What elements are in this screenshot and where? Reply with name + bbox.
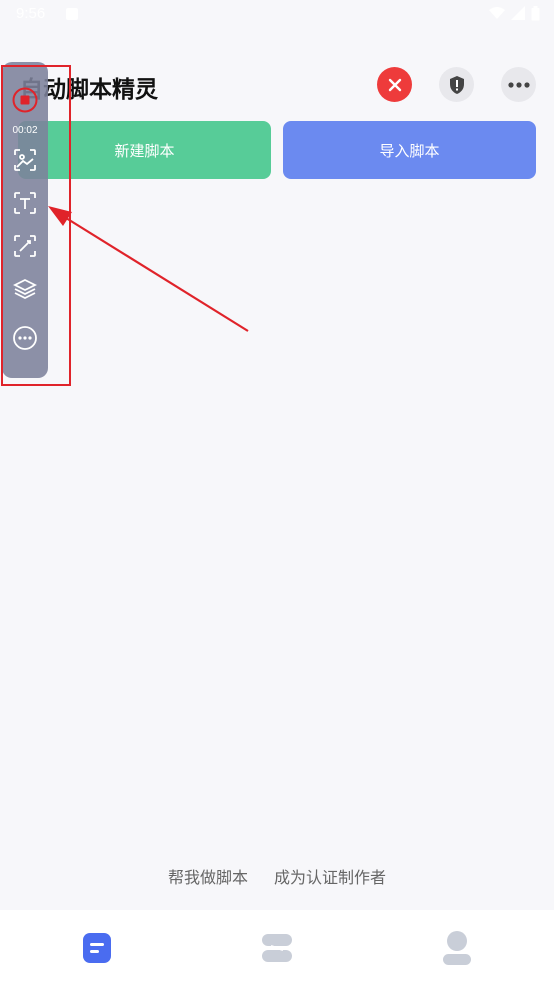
nav-item-home[interactable]: [77, 928, 117, 968]
help-make-script-link[interactable]: 帮我做脚本: [168, 864, 248, 888]
become-certified-author-link[interactable]: 成为认证制作者: [274, 864, 386, 888]
bottom-nav: [0, 910, 554, 984]
list-icon: [262, 934, 292, 962]
annotation-arrow: [48, 206, 249, 332]
nav-item-list[interactable]: [257, 928, 297, 968]
profile-icon: [443, 931, 471, 965]
footer-links: 帮我做脚本 成为认证制作者: [0, 864, 554, 888]
home-icon: [83, 933, 111, 963]
nav-item-profile[interactable]: [437, 928, 477, 968]
